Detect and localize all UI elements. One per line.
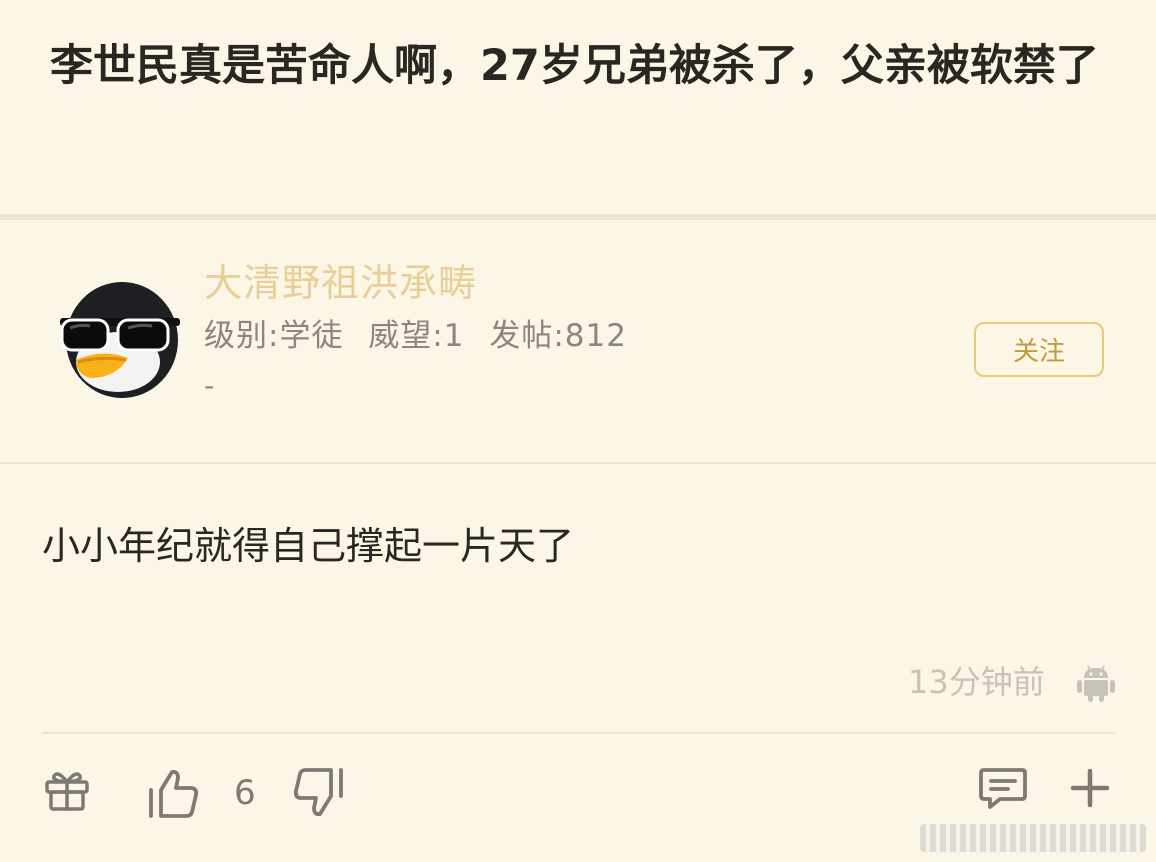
actions-divider — [42, 732, 1116, 734]
like-count: 6 — [234, 773, 256, 813]
comment-timestamp: 13分钟前 — [908, 663, 1045, 701]
gift-icon[interactable] — [44, 766, 90, 812]
android-icon — [1077, 665, 1115, 702]
reply-icon[interactable] — [978, 766, 1028, 810]
post-title: 李世民真是苦命人啊，27岁兄弟被杀了，父亲被软禁了 — [50, 41, 1099, 91]
plus-icon[interactable] — [1070, 768, 1110, 808]
thumbs-down-icon[interactable] — [292, 766, 346, 818]
comment-text: 小小年纪就得自己撑起一片天了 — [42, 524, 575, 568]
user-reputation: 威望:1 — [368, 318, 465, 354]
thumbs-up-icon[interactable] — [146, 768, 200, 820]
user-post-count: 发帖:812 — [489, 318, 627, 354]
header-divider — [0, 462, 1156, 464]
username[interactable]: 大清野祖洪承畴 — [204, 256, 477, 310]
section-divider — [0, 214, 1156, 220]
follow-button[interactable]: 关注 — [974, 322, 1104, 377]
user-signature: - — [204, 369, 215, 402]
user-level: 级别:学徒 — [204, 318, 344, 354]
user-meta: 级别:学徒 威望:1 发帖:812 — [204, 314, 627, 358]
system-nav-bar — [920, 824, 1146, 852]
avatar[interactable] — [56, 274, 184, 402]
